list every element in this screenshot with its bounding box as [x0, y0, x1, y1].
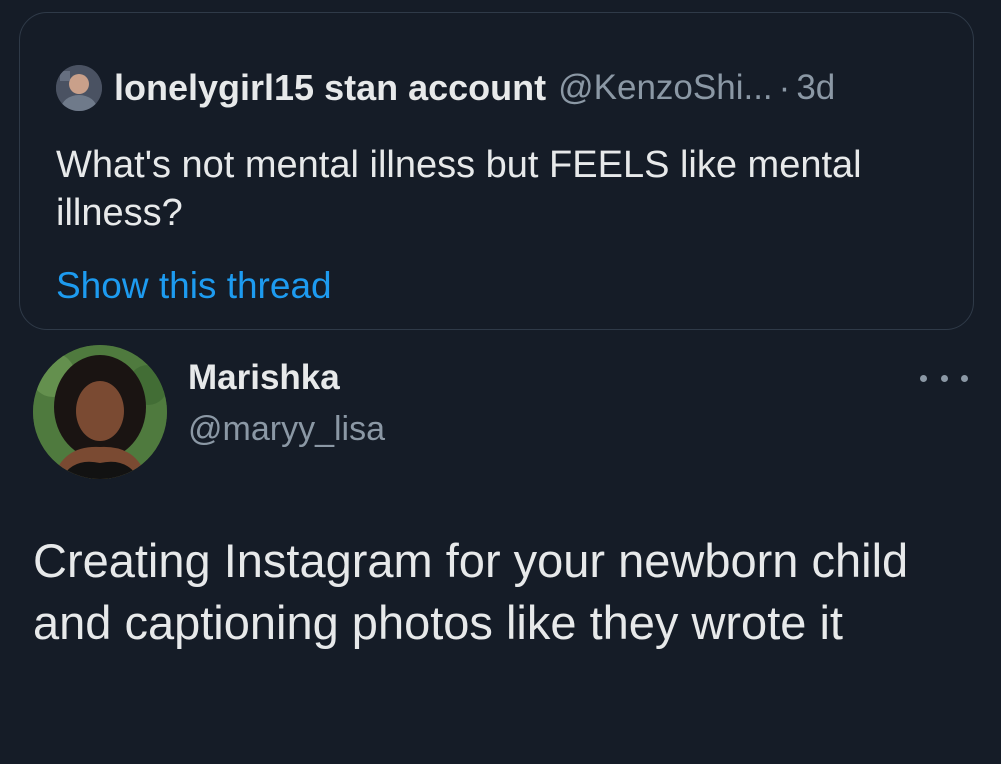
- quoted-tweet-timestamp[interactable]: 3d: [796, 68, 835, 108]
- tweet-text: Creating Instagram for your newborn chil…: [33, 534, 909, 649]
- quoted-author-name[interactable]: lonelygirl15 stan account: [114, 67, 546, 109]
- author-avatar[interactable]: [33, 345, 167, 479]
- quoted-tweet-header: lonelygirl15 stan account @KenzoShi... ·…: [56, 65, 835, 111]
- author-display-name[interactable]: Marishka: [188, 358, 340, 398]
- author-handle[interactable]: @maryy_lisa: [188, 410, 385, 449]
- quoted-author-avatar[interactable]: [56, 65, 102, 111]
- quoted-author-handle[interactable]: @KenzoShi...: [558, 68, 773, 108]
- more-horizontal-icon[interactable]: [920, 366, 968, 390]
- show-thread-link[interactable]: Show this thread: [56, 265, 332, 307]
- quoted-tweet-card[interactable]: lonelygirl15 stan account @KenzoShi... ·…: [19, 12, 974, 330]
- header-separator: ·: [778, 68, 791, 107]
- quoted-tweet-text: What's not mental illness but FEELS like…: [56, 144, 862, 234]
